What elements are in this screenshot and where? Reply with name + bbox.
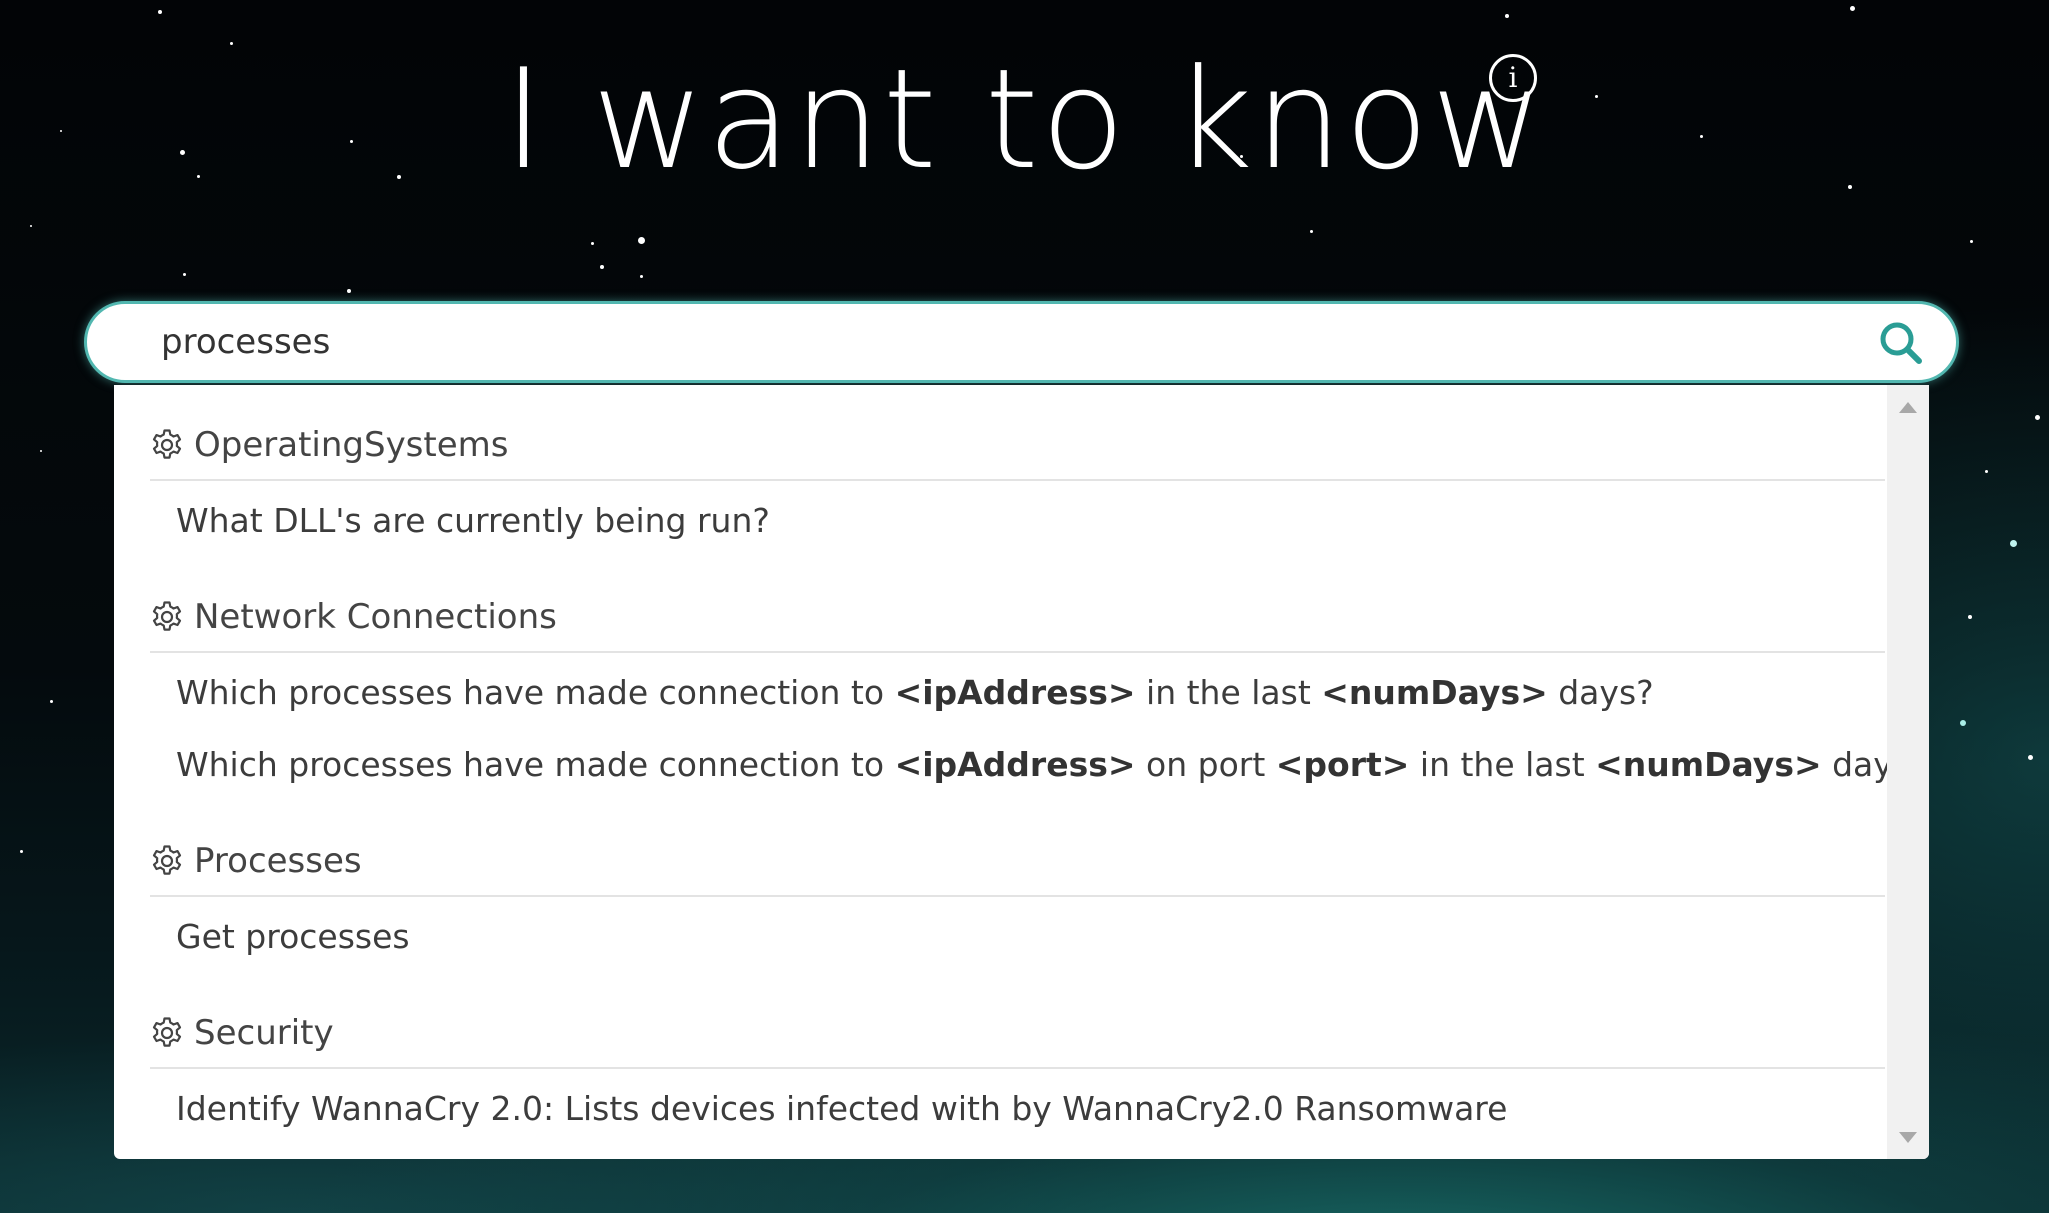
search-icon[interactable] — [1878, 320, 1924, 366]
suggestions-list: OperatingSystems What DLL's are currently… — [150, 385, 1928, 1145]
query-parameter: <numDays> — [1595, 745, 1822, 784]
category-label: Processes — [194, 841, 362, 881]
category-label: Security — [194, 1013, 334, 1053]
scroll-down-arrow-icon[interactable] — [1899, 1132, 1917, 1143]
category-header: Network Connections — [150, 557, 1885, 653]
category-label: OperatingSystems — [194, 425, 509, 465]
info-icon[interactable]: i — [1489, 54, 1537, 102]
category-label: Network Connections — [194, 597, 557, 637]
suggestion-text: Which processes have made connection to — [176, 745, 895, 784]
suggestion-text: on port — [1135, 745, 1276, 784]
query-parameter: <numDays> — [1321, 673, 1548, 712]
gear-icon — [152, 601, 182, 631]
gear-icon — [152, 845, 182, 875]
suggestion-text: in the last — [1409, 745, 1596, 784]
suggestion-item[interactable]: Identify WannaCry 2.0: Lists devices inf… — [150, 1073, 1885, 1145]
page-title: I want to know — [503, 39, 1546, 200]
scroll-up-arrow-icon[interactable] — [1899, 402, 1917, 413]
query-parameter: <ipAddress> — [894, 673, 1136, 712]
gear-icon — [152, 1017, 182, 1047]
category-header: Security — [150, 973, 1885, 1069]
suggestion-text: days? — [1547, 673, 1654, 712]
suggestions-dropdown: OperatingSystems What DLL's are currently… — [114, 385, 1929, 1159]
suggestion-item[interactable]: Which processes have made connection to … — [150, 729, 1928, 801]
category-header: Processes — [150, 801, 1885, 897]
query-parameter: <ipAddress> — [894, 745, 1136, 784]
suggestion-text: Which processes have made connection to — [176, 673, 895, 712]
suggestion-item[interactable]: What DLL's are currently being run? — [150, 485, 1885, 557]
suggestion-text: What DLL's are currently being run? — [176, 501, 770, 540]
search-bar — [84, 301, 1959, 383]
scrollbar[interactable] — [1887, 385, 1929, 1159]
suggestion-text: Get processes — [176, 917, 410, 956]
gear-icon — [152, 429, 182, 459]
suggestion-text: in the last — [1135, 673, 1322, 712]
suggestion-text: Identify WannaCry 2.0: Lists devices inf… — [176, 1089, 1508, 1128]
query-parameter: <port> — [1275, 745, 1410, 784]
search-input[interactable] — [161, 312, 1861, 372]
suggestion-item[interactable]: Which processes have made connection to … — [150, 657, 1885, 729]
suggestion-item[interactable]: Get processes — [150, 901, 1885, 973]
category-header: OperatingSystems — [150, 385, 1885, 481]
